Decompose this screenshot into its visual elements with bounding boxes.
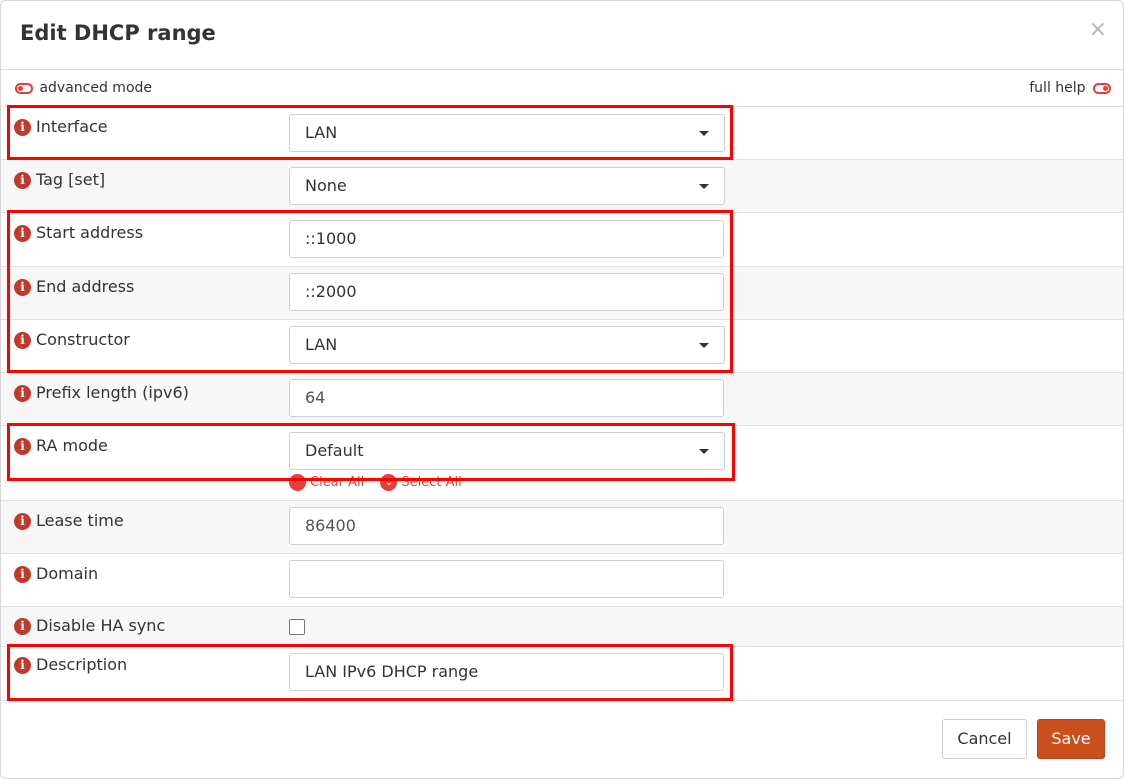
info-icon[interactable]: i [14,172,31,189]
ra-mode-actions: ⌃ Clear All ⌄ Select All [289,474,474,491]
row-prefix-length: i Prefix length (ipv6) 64 [1,373,1123,426]
advanced-mode-label: advanced mode [39,80,153,96]
ra-mode-select[interactable]: Default [289,432,725,470]
tag-select[interactable]: None [289,167,725,205]
lease-time-input[interactable]: 86400 [289,507,724,545]
cancel-button[interactable]: Cancel [942,719,1027,759]
start-address-input[interactable]: ::1000 [289,220,724,258]
advanced-mode-toggle[interactable]: advanced mode [15,80,152,96]
chevron-up-icon: ⌃ [289,474,306,491]
info-icon[interactable]: i [14,225,31,242]
chevron-down-icon: ⌄ [380,474,398,491]
label-start-address: i Start address [14,223,143,242]
toggle-off-icon[interactable] [15,82,33,94]
dialog-header: Edit DHCP range × [1,1,1123,70]
row-lease-time: i Lease time 86400 [1,501,1123,554]
label-description: i Description [14,655,127,674]
row-start-address: i Start address ::1000 [1,213,1123,267]
row-interface: i Interface LAN [1,107,1123,160]
label-disable-ha-sync: i Disable HA sync [14,616,165,635]
disable-ha-sync-checkbox[interactable] [289,619,305,635]
full-help-label: full help [1029,80,1086,96]
info-icon[interactable]: i [14,119,31,136]
row-disable-ha-sync: i Disable HA sync [1,607,1123,647]
row-description: i Description LAN IPv6 DHCP range [1,647,1123,701]
save-button[interactable]: Save [1037,719,1105,759]
label-constructor: i Constructor [14,330,130,349]
info-icon[interactable]: i [14,385,31,402]
mode-bar: advanced mode full help [1,70,1123,107]
constructor-select[interactable]: LAN [289,326,725,364]
label-end-address: i End address [14,277,134,296]
clear-all-link[interactable]: ⌃ Clear All [289,474,364,491]
info-icon[interactable]: i [14,438,31,455]
domain-input[interactable] [289,560,724,598]
label-ra-mode: i RA mode [14,436,108,455]
dialog-title: Edit DHCP range [20,21,216,45]
label-domain: i Domain [14,564,98,583]
row-tag: i Tag [set] None [1,160,1123,213]
info-icon[interactable]: i [14,566,31,583]
label-interface: i Interface [14,117,108,136]
info-icon[interactable]: i [14,332,31,349]
close-icon[interactable]: × [1089,19,1107,41]
end-address-input[interactable]: ::2000 [289,273,724,311]
label-prefix-length: i Prefix length (ipv6) [14,383,189,402]
info-icon[interactable]: i [14,279,31,296]
edit-dhcp-range-dialog: Edit DHCP range × advanced mode full hel… [0,0,1124,779]
label-lease-time: i Lease time [14,511,124,530]
row-domain: i Domain [1,554,1123,607]
row-end-address: i End address ::2000 [1,267,1123,320]
description-input[interactable]: LAN IPv6 DHCP range [289,653,724,691]
select-all-link[interactable]: ⌄ Select All [380,474,462,491]
prefix-length-input[interactable]: 64 [289,379,724,417]
info-icon[interactable]: i [14,513,31,530]
info-icon[interactable]: i [14,618,31,635]
interface-select[interactable]: LAN [289,114,725,152]
full-help-toggle[interactable]: full help [1029,80,1111,96]
row-constructor: i Constructor LAN [1,320,1123,373]
info-icon[interactable]: i [14,657,31,674]
row-ra-mode: i RA mode Default ⌃ Clear All ⌄ Select All [1,426,1123,501]
toggle-off-icon[interactable] [1093,82,1111,94]
label-tag: i Tag [set] [14,170,105,189]
